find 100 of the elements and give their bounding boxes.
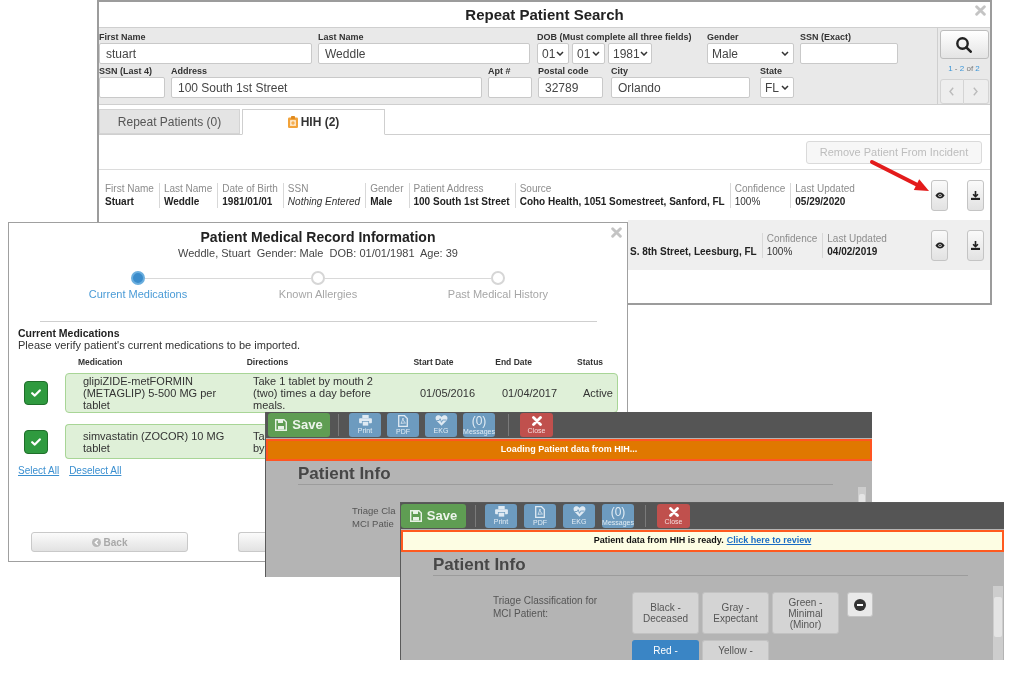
select-field[interactable]: 1981 — [608, 43, 652, 64]
field-value: 100 South 1st Street — [413, 194, 510, 208]
table-cell: Active — [583, 387, 613, 399]
triage-option[interactable]: Gray - Expectant — [702, 592, 769, 634]
select-field[interactable]: 01 — [572, 43, 605, 64]
footer-button[interactable] — [238, 532, 265, 552]
field-label: DOB (Must complete all three fields) — [537, 31, 692, 43]
chevron-down-icon — [781, 51, 789, 56]
save-button[interactable]: Save — [268, 413, 330, 437]
field-label: Last Name — [163, 182, 213, 195]
banner-text: Patient data from HIH is ready. — [593, 534, 724, 548]
step-label[interactable]: Known Allergies — [278, 288, 358, 301]
close-icon — [531, 415, 542, 426]
input-field[interactable] — [800, 43, 898, 64]
back-arrow-icon — [91, 537, 101, 547]
chevron-down-icon — [556, 51, 564, 56]
document-icon — [535, 505, 545, 518]
field-label: Confidence — [734, 182, 786, 195]
section-heading: Patient Info — [433, 556, 526, 574]
field-value: S. 8th Street, Leesburg, FL — [630, 244, 757, 258]
clipboard-icon — [287, 116, 298, 128]
field-label: Triage Cla MCI Patie — [352, 504, 396, 530]
check-icon — [31, 437, 41, 446]
field-label: Address — [171, 65, 207, 77]
input-field[interactable]: 100 South 1st Street — [171, 77, 482, 98]
field-label: Apt # — [488, 65, 511, 77]
column-header: Medication — [78, 356, 123, 368]
printer-icon — [494, 506, 508, 517]
check-icon — [31, 389, 41, 397]
field-label: State — [760, 65, 782, 77]
field-label: Last Name — [318, 31, 364, 43]
field-value: 100% — [766, 244, 793, 258]
minus-button[interactable] — [847, 592, 873, 617]
field-value: 05/29/2020 — [795, 194, 846, 208]
input-field[interactable]: Weddle — [318, 43, 530, 64]
input-field[interactable] — [488, 77, 532, 98]
chevron-right-icon — [973, 87, 978, 96]
section-title: Current Medications — [18, 327, 120, 339]
eye-icon — [934, 241, 945, 249]
field-label: Postal code — [538, 65, 589, 77]
review-link[interactable]: Click here to review — [726, 534, 812, 548]
field-label: Source — [519, 182, 552, 195]
checkbox[interactable] — [24, 429, 48, 454]
field-label: SSN — [287, 182, 309, 195]
input-field[interactable]: Orlando — [611, 77, 750, 98]
input-field[interactable] — [99, 77, 165, 98]
field-label: Triage Classification for MCI Patient: — [493, 594, 599, 620]
link[interactable]: Select All — [18, 465, 60, 477]
field-label: First Name — [105, 182, 154, 195]
table-cell: 01/05/2016 — [420, 387, 476, 399]
close-icon — [668, 506, 679, 517]
column-header: End Date — [495, 356, 533, 368]
checkbox[interactable] — [24, 381, 48, 405]
chevron-down-icon — [639, 51, 648, 56]
view-button[interactable] — [931, 179, 948, 211]
download-button[interactable] — [967, 179, 984, 211]
input-field[interactable]: stuart — [99, 43, 312, 64]
tab[interactable]: Repeat Patients (0) — [99, 109, 240, 134]
save-button[interactable]: Save — [401, 504, 466, 528]
field-label: Date of Birth — [222, 182, 278, 195]
select-field[interactable]: 01 — [537, 43, 569, 64]
field-label: SSN (Last 4) — [99, 65, 152, 77]
scrollbar[interactable] — [993, 586, 1003, 660]
scrollbar[interactable] — [858, 487, 866, 502]
previous-page-button[interactable] — [939, 79, 964, 104]
field-label: First Name — [99, 31, 146, 43]
field-value: 04/02/2019 — [827, 244, 878, 258]
select-field[interactable]: Male — [707, 43, 794, 64]
field-label: SSN (Exact) — [800, 31, 852, 43]
triage-option[interactable]: Yellow - — [702, 640, 769, 660]
table-cell: simvastatin (ZOCOR) 10 MG tablet — [83, 429, 225, 454]
select-field[interactable]: FL — [760, 77, 794, 98]
triage-option[interactable]: Black - Deceased — [632, 592, 699, 634]
minus-circle-icon — [854, 598, 866, 611]
search-icon[interactable] — [956, 36, 972, 53]
step-label[interactable]: Current Medications — [88, 288, 188, 301]
link[interactable]: Deselect All — [69, 465, 122, 477]
field-label: Gender — [707, 31, 739, 43]
field-value: 1981/01/01 — [222, 194, 273, 208]
download-button[interactable] — [967, 229, 984, 261]
input-field[interactable]: 32789 — [538, 77, 603, 98]
triage-option[interactable]: Red - — [632, 640, 699, 660]
column-header: Directions — [246, 356, 289, 368]
table-cell: glipiZIDE-metFORMIN (METAGLIP) 5-500 MG per tablet — [83, 375, 217, 411]
field-label: Last Updated — [827, 232, 887, 245]
document-icon — [398, 414, 408, 427]
next-page-button[interactable] — [963, 79, 989, 104]
triage-option[interactable]: Green - Minimal (Minor) — [772, 592, 839, 634]
section-heading: Patient Info — [298, 465, 391, 483]
heart-pulse-icon — [434, 415, 448, 426]
close-icon[interactable] — [975, 5, 986, 16]
download-icon — [971, 240, 980, 250]
search-button[interactable] — [939, 30, 989, 59]
tab[interactable]: HIH (2) — [242, 109, 385, 135]
step-label[interactable]: Past Medical History — [447, 288, 549, 301]
view-button[interactable] — [931, 229, 948, 261]
close-icon[interactable] — [611, 227, 622, 238]
column-header: Status — [577, 356, 604, 368]
column-header: Start Date — [413, 356, 454, 368]
field-value: Stuart — [105, 194, 134, 208]
